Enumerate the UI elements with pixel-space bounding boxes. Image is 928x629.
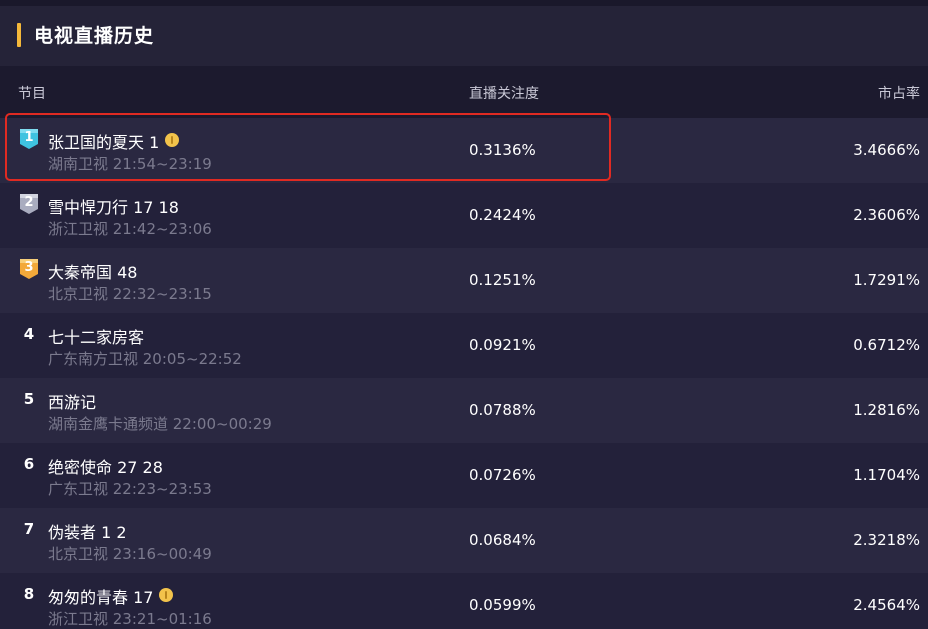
channel-time: 北京卫视 23:16~00:49 bbox=[48, 545, 212, 563]
rank-badge-icon: 3 bbox=[19, 258, 39, 280]
program-name[interactable]: 张卫国的夏天 1 bbox=[48, 129, 180, 153]
channel-time: 湖南卫视 21:54~23:19 bbox=[48, 155, 212, 173]
rank-number: 8 bbox=[23, 585, 35, 603]
channel-time: 广东卫视 22:23~23:53 bbox=[48, 480, 212, 498]
program-name[interactable]: 匆匆的青春 17 bbox=[48, 584, 174, 608]
table-row[interactable]: 3 大秦帝国 48 北京卫视 22:32~23:15 0.1251% 1.729… bbox=[0, 248, 928, 313]
attention-value: 0.0921% bbox=[469, 336, 536, 354]
table-row[interactable]: 4 七十二家房客 广东南方卫视 20:05~22:52 0.0921% 0.67… bbox=[0, 313, 928, 378]
share-value: 2.3606% bbox=[853, 206, 920, 224]
channel-time: 广东南方卫视 20:05~22:52 bbox=[48, 350, 242, 368]
coin-icon bbox=[159, 588, 174, 602]
program-name[interactable]: 大秦帝国 48 bbox=[48, 259, 137, 283]
program-name[interactable]: 七十二家房客 bbox=[48, 324, 144, 348]
program-table-body: 1 张卫国的夏天 1 湖南卫视 21:54~23:19 0.3136% 3.46… bbox=[0, 118, 928, 629]
title-accent-bar bbox=[17, 23, 21, 47]
channel-time: 浙江卫视 23:21~01:16 bbox=[48, 610, 212, 628]
panel-header: 电视直播历史 bbox=[0, 6, 928, 66]
attention-value: 0.0684% bbox=[469, 531, 536, 549]
program-name[interactable]: 雪中悍刀行 17 18 bbox=[48, 194, 179, 218]
table-row[interactable]: 8 匆匆的青春 17 浙江卫视 23:21~01:16 0.0599% 2.45… bbox=[0, 573, 928, 629]
share-value: 0.6712% bbox=[853, 336, 920, 354]
share-value: 1.1704% bbox=[853, 466, 920, 484]
rank-badge-icon: 2 bbox=[19, 193, 39, 215]
panel-title: 电视直播历史 bbox=[34, 25, 155, 47]
table-row[interactable]: 7 伪装者 1 2 北京卫视 23:16~00:49 0.0684% 2.321… bbox=[0, 508, 928, 573]
rank-number: 5 bbox=[23, 390, 35, 408]
program-name[interactable]: 绝密使命 27 28 bbox=[48, 454, 163, 478]
table-row[interactable]: 6 绝密使命 27 28 广东卫视 22:23~23:53 0.0726% 1.… bbox=[0, 443, 928, 508]
channel-time: 北京卫视 22:32~23:15 bbox=[48, 285, 212, 303]
program-name[interactable]: 伪装者 1 2 bbox=[48, 519, 127, 543]
column-header-program: 节目 bbox=[18, 86, 46, 102]
attention-value: 0.2424% bbox=[469, 206, 536, 224]
channel-time: 浙江卫视 21:42~23:06 bbox=[48, 220, 212, 238]
share-value: 1.2816% bbox=[853, 401, 920, 419]
table-header: 节目 直播关注度 市占率 bbox=[0, 66, 928, 118]
rank-number: 6 bbox=[23, 455, 35, 473]
attention-value: 0.1251% bbox=[469, 271, 536, 289]
attention-value: 0.0726% bbox=[469, 466, 536, 484]
table-row[interactable]: 2 雪中悍刀行 17 18 浙江卫视 21:42~23:06 0.2424% 2… bbox=[0, 183, 928, 248]
share-value: 2.4564% bbox=[853, 596, 920, 614]
share-value: 3.4666% bbox=[853, 141, 920, 159]
table-row[interactable]: 1 张卫国的夏天 1 湖南卫视 21:54~23:19 0.3136% 3.46… bbox=[0, 118, 928, 183]
share-value: 1.7291% bbox=[853, 271, 920, 289]
program-name[interactable]: 西游记 bbox=[48, 389, 96, 413]
rank-number: 4 bbox=[23, 325, 35, 343]
column-header-share[interactable]: 市占率 bbox=[878, 83, 920, 103]
coin-icon bbox=[165, 133, 180, 147]
attention-value: 0.0788% bbox=[469, 401, 536, 419]
attention-value: 0.3136% bbox=[469, 141, 536, 159]
share-value: 2.3218% bbox=[853, 531, 920, 549]
table-row[interactable]: 5 西游记 湖南金鹰卡通频道 22:00~00:29 0.0788% 1.281… bbox=[0, 378, 928, 443]
channel-time: 湖南金鹰卡通频道 22:00~00:29 bbox=[48, 415, 272, 433]
column-header-attention[interactable]: 直播关注度 bbox=[469, 83, 539, 103]
rank-number: 7 bbox=[23, 520, 35, 538]
rank-badge-icon: 1 bbox=[19, 128, 39, 150]
attention-value: 0.0599% bbox=[469, 596, 536, 614]
